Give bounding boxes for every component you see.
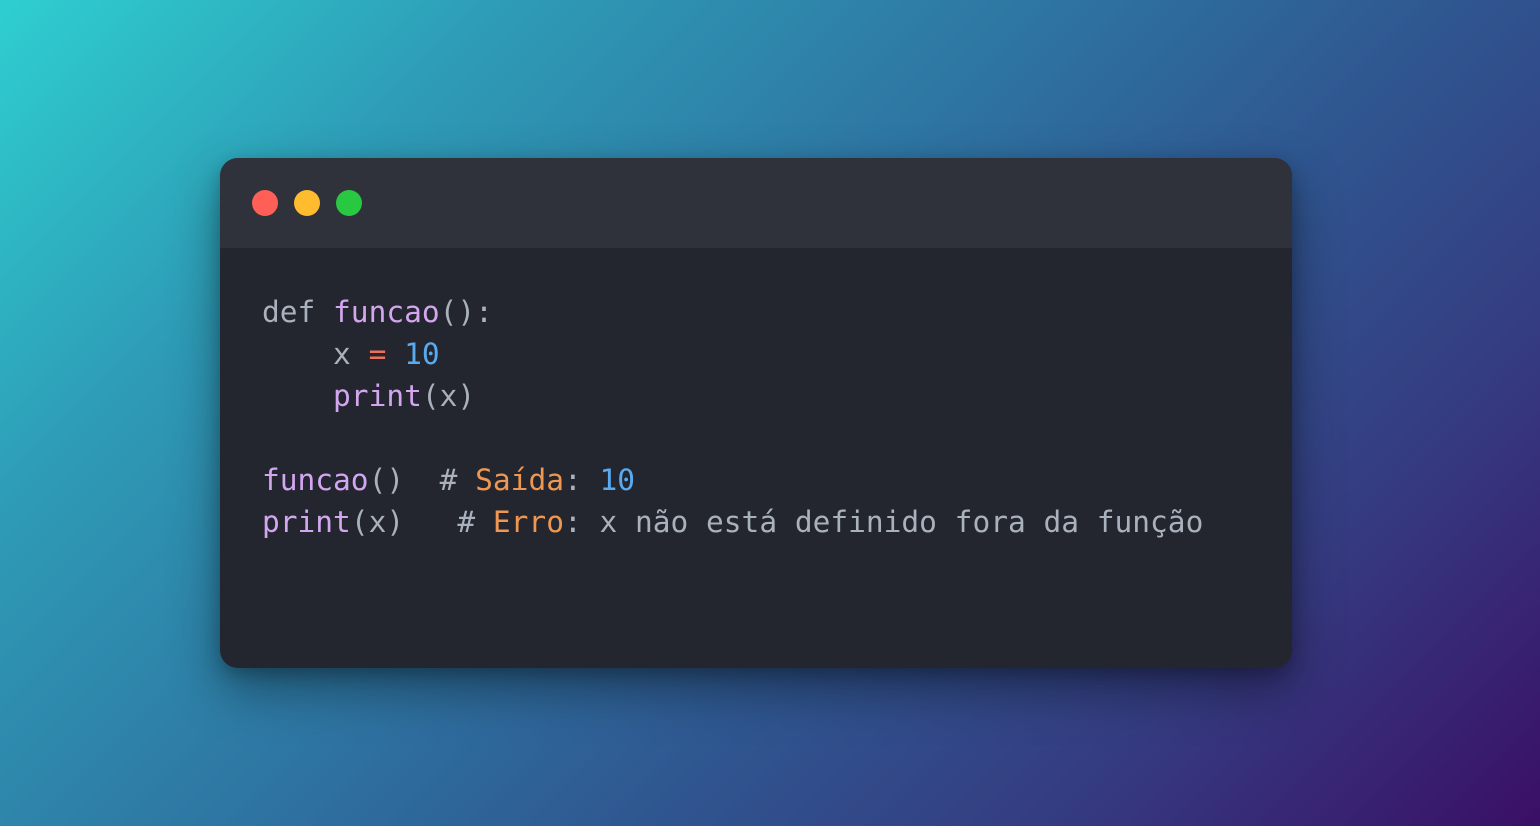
code-token-plain: (x) xyxy=(421,379,476,413)
code-line: print(x) xyxy=(262,375,1203,417)
code-line: funcao() # Saída: 10 xyxy=(262,459,1203,501)
close-window-button[interactable] xyxy=(252,190,278,216)
code-block: def funcao(): x = 10 print(x) funcao() # … xyxy=(262,291,1203,543)
code-token-comment_word: Erro xyxy=(492,505,564,539)
code-line: def funcao(): xyxy=(262,291,1203,333)
code-line: x = 10 xyxy=(262,333,1203,375)
code-line: print(x) # Erro: x não está definido for… xyxy=(262,501,1203,543)
code-token-plain: : x não está definido fora da função xyxy=(563,505,1204,539)
code-token-plain: (x) # xyxy=(350,505,493,539)
code-window: def funcao(): x = 10 print(x) funcao() # … xyxy=(220,158,1292,668)
code-token-plain: (): xyxy=(439,295,493,329)
window-titlebar xyxy=(220,158,1292,248)
code-token-operator: = xyxy=(368,337,387,371)
maximize-window-button[interactable] xyxy=(336,190,362,216)
code-token-comment_word: Saída xyxy=(475,463,564,497)
code-token-number: 10 xyxy=(599,463,636,497)
code-token-function: funcao xyxy=(262,463,369,497)
code-token-function: print xyxy=(262,505,351,539)
code-token-function: print xyxy=(333,379,422,413)
code-token-function: funcao xyxy=(333,295,440,329)
code-token-plain: : xyxy=(563,463,600,497)
code-token-plain: def xyxy=(262,295,334,329)
minimize-window-button[interactable] xyxy=(294,190,320,216)
code-token-plain: x xyxy=(262,337,369,371)
code-token-number: 10 xyxy=(404,337,440,371)
code-token-plain: () # xyxy=(368,463,476,497)
